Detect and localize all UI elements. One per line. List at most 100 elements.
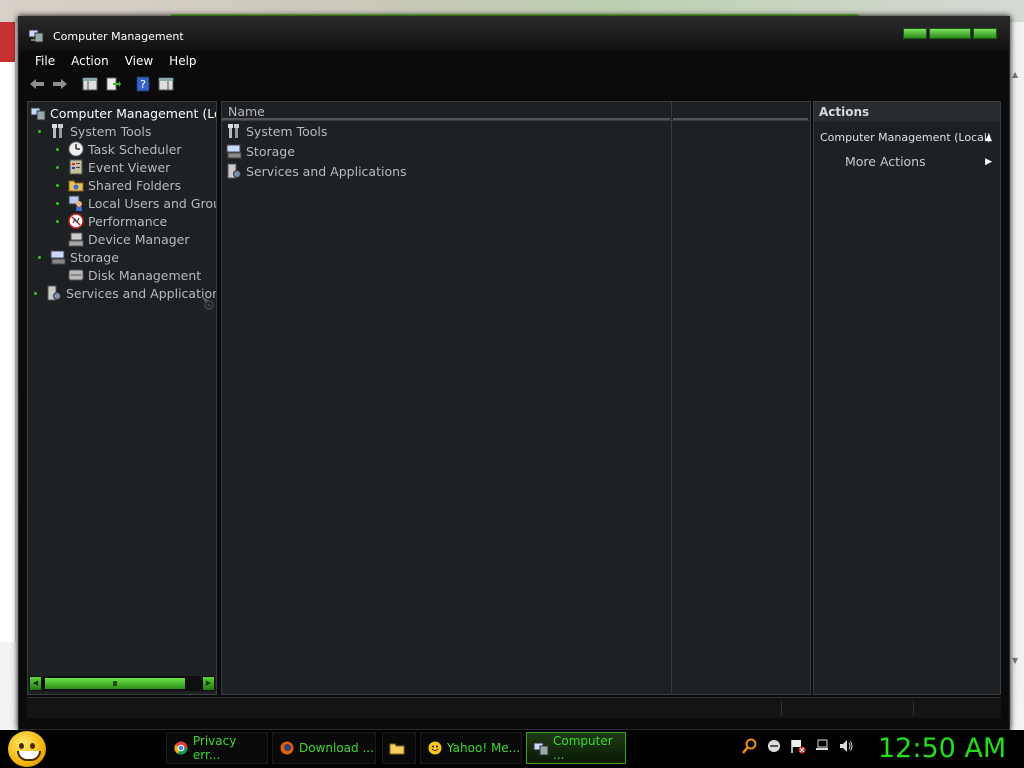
menu-file[interactable]: File (27, 54, 63, 68)
list-item-label: Storage (246, 143, 295, 159)
back-arrow-icon[interactable] (27, 74, 47, 94)
list-item-label: Services and Applications (246, 163, 407, 179)
taskbar-button-label: Computer ... (553, 734, 613, 762)
chrome-icon (173, 740, 189, 756)
firefox-icon (279, 740, 295, 756)
tree-item-shared-folders[interactable]: Shared Folders (56, 176, 181, 194)
menu-action[interactable]: Action (63, 54, 117, 68)
tree-item-performance[interactable]: Performance (56, 212, 167, 230)
folder-icon (389, 740, 405, 756)
action-center-flag-icon[interactable] (790, 738, 806, 754)
tree-item-label: Disk Management (88, 267, 202, 283)
tree-item-label: Event Viewer (88, 159, 171, 175)
network-icon[interactable] (814, 738, 830, 754)
tree-item-label: Services and Application: (66, 285, 217, 301)
menu-view[interactable]: View (117, 54, 161, 68)
scroll-left-button[interactable]: ◀ (30, 677, 41, 690)
tree-item-label: Performance (88, 213, 168, 229)
services-icon (46, 285, 62, 301)
console-tree-pane[interactable]: Computer Management (Loc System Tools Ta… (27, 101, 217, 695)
tree-item-system-tools[interactable]: System Tools (38, 122, 151, 140)
scrollbar-thumb[interactable] (45, 678, 185, 689)
menu-bar: File Action View Help (27, 51, 1001, 71)
svg-text:?: ? (140, 78, 146, 91)
disk-icon (68, 267, 84, 283)
tools-icon (226, 123, 242, 139)
list-item-system-tools[interactable]: System Tools (226, 122, 327, 140)
start-button[interactable] (8, 731, 46, 767)
taskbar-button-chrome[interactable]: Privacy err... (166, 732, 268, 764)
tree-root-label: Computer Management (Loc (50, 105, 217, 121)
chat-icon[interactable] (766, 738, 782, 754)
menu-help[interactable]: Help (161, 54, 204, 68)
clock-icon (68, 141, 84, 157)
tree-item-device-manager[interactable]: Device Manager (56, 230, 190, 248)
column-header-name[interactable]: Name (228, 104, 265, 119)
tree-item-label: Local Users and Grou (88, 195, 217, 211)
actions-pane: Actions Computer Management (Local) ▲ Mo… (813, 101, 1001, 695)
scroll-down-icon[interactable]: ▼ (1012, 656, 1018, 665)
yahoo-messenger-icon (427, 740, 443, 756)
action-label: More Actions (845, 154, 926, 169)
tree-item-label: System Tools (70, 123, 152, 139)
tree-item-services-and-applications[interactable]: Services and Application: (34, 284, 217, 302)
tools-icon (50, 123, 66, 139)
results-list-pane[interactable]: Name System Tools Storage Services and A… (221, 101, 811, 695)
tree-item-task-scheduler[interactable]: Task Scheduler (56, 140, 182, 158)
scroll-right-button[interactable]: ▶ (203, 677, 214, 690)
forward-arrow-icon[interactable] (50, 74, 70, 94)
maximize-button[interactable] (929, 28, 971, 39)
device-manager-icon (68, 231, 84, 247)
actions-header: Actions (814, 102, 1000, 122)
window-title: Computer Management (53, 30, 184, 43)
taskbar-button-firefox[interactable]: Download ... (272, 732, 376, 764)
export-list-icon[interactable] (103, 74, 123, 94)
list-item-services-and-applications[interactable]: Services and Applications (226, 162, 407, 180)
users-icon (68, 195, 84, 211)
tree-item-storage[interactable]: Storage (38, 248, 119, 266)
scroll-up-icon[interactable]: ▲ (1012, 70, 1018, 79)
submenu-arrow-icon: ▶ (985, 157, 992, 167)
show-hide-tree-icon[interactable] (80, 74, 100, 94)
computer-management-icon (30, 105, 46, 121)
help-icon[interactable]: ? (133, 74, 153, 94)
show-hide-action-pane-icon[interactable] (156, 74, 176, 94)
tree-item-disk-management[interactable]: Disk Management (56, 266, 201, 284)
event-viewer-icon (68, 159, 84, 175)
taskbar-button-computer-management[interactable]: Computer ... (526, 732, 626, 764)
taskbar: Privacy err... Download ... Yahoo! Me...… (0, 730, 1024, 768)
computer-management-icon (533, 740, 549, 756)
title-bar[interactable]: Computer Management (19, 17, 1009, 51)
action-more-actions[interactable]: More Actions ▶ (814, 152, 1000, 172)
taskbar-button-label: Yahoo! Me... (447, 741, 521, 755)
storage-icon (50, 249, 66, 265)
performance-icon (68, 213, 84, 229)
taskbar-button-label: Download ... (299, 741, 374, 755)
volume-icon[interactable] (838, 738, 854, 754)
actions-group-computer-management[interactable]: Computer Management (Local) ▲ (814, 128, 1000, 148)
tree-item-label: Shared Folders (88, 177, 182, 193)
minimize-button[interactable] (903, 28, 927, 39)
tree-item-event-viewer[interactable]: Event Viewer (56, 158, 170, 176)
computer-management-icon (28, 28, 44, 43)
tree-item-local-users-and-groups[interactable]: Local Users and Grou (56, 194, 217, 212)
shared-folders-icon (68, 177, 84, 193)
list-item-storage[interactable]: Storage (226, 142, 295, 160)
mouse-cursor-icon (200, 295, 220, 311)
tree-horizontal-scrollbar[interactable]: ◀ ▶ (29, 676, 215, 691)
storage-icon (226, 143, 242, 159)
background-window-edge (0, 22, 16, 642)
tree-item-label: Storage (70, 249, 119, 265)
taskbar-button-folder[interactable] (382, 732, 416, 764)
taskbar-button-label: Privacy err... (192, 734, 237, 762)
taskbar-clock[interactable]: 12:50 AM (878, 733, 1006, 764)
list-header: Name (222, 102, 810, 121)
tree-root-computer-management[interactable]: Computer Management (Loc (30, 104, 217, 122)
list-item-label: System Tools (246, 123, 328, 139)
window-controls (903, 28, 997, 39)
status-bar (27, 697, 1001, 718)
search-icon[interactable] (742, 738, 758, 754)
taskbar-button-yahoo-messenger[interactable]: Yahoo! Me... (420, 732, 522, 764)
collapse-up-icon[interactable]: ▲ (985, 128, 992, 148)
close-button[interactable] (973, 28, 997, 39)
